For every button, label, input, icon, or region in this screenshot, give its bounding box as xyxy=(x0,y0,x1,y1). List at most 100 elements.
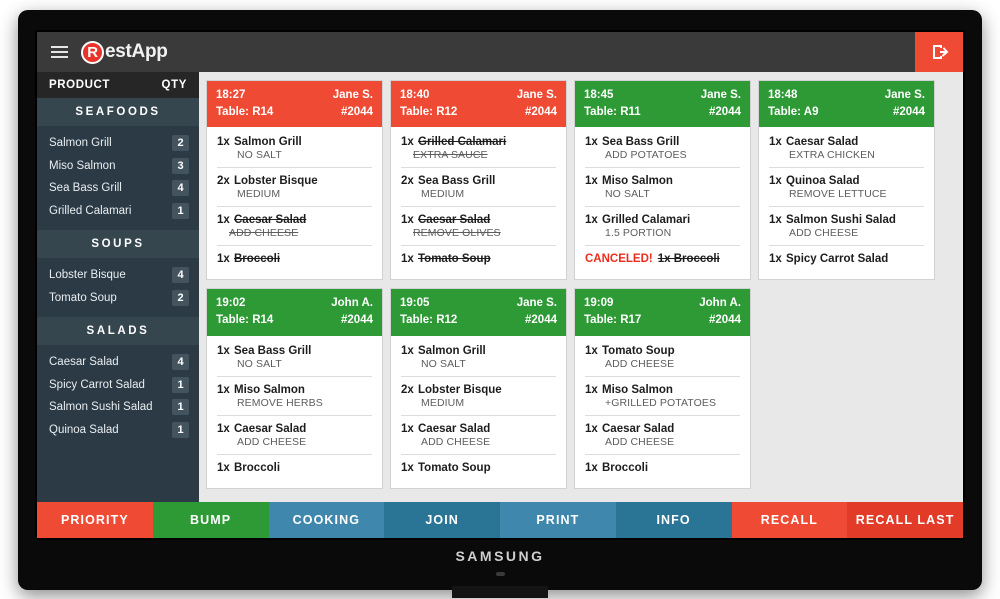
order-item[interactable]: 1x Broccoli xyxy=(217,455,372,480)
order-item[interactable]: 1x Caesar Salad ADD CHEESE xyxy=(217,207,372,247)
order-card-header: 18:45 Jane S. Table: R11 #2044 xyxy=(575,81,750,128)
order-item-title: 1x Salmon Grill xyxy=(401,345,556,357)
order-item[interactable]: 1x Salmon Sushi Salad ADD CHEESE xyxy=(769,207,924,247)
order-card[interactable]: 18:40 Jane S. Table: R12 #2044 1x Grilled Cal… xyxy=(390,80,567,281)
order-card[interactable]: 18:27 Jane S. Table: R14 #2044 1x Salmon Gril… xyxy=(206,80,383,281)
sidebar-sections: SEAFOODS Salmon Grill 2 Miso Salmon 3 Sea Bas… xyxy=(37,98,199,449)
order-number: #2044 xyxy=(893,105,925,118)
order-item-note: ADD POTATOES xyxy=(605,149,687,162)
order-item[interactable]: 1x Sea Bass Grill NO SALT xyxy=(217,338,372,377)
order-item[interactable]: 1x Quinoa Salad REMOVE LETTUCE xyxy=(769,168,924,208)
action-button-cooking[interactable]: COOKING xyxy=(268,502,385,538)
order-table: Table: R14 xyxy=(216,314,274,327)
canceled-badge: CANCELED! xyxy=(585,253,653,266)
hamburger-menu-icon[interactable] xyxy=(37,32,81,72)
product-row[interactable]: Tomato Soup 2 xyxy=(37,287,199,310)
order-item[interactable]: 1x Broccoli xyxy=(217,246,372,271)
order-item-note: REMOVE OLIVES xyxy=(413,227,501,240)
order-item-note: +GRILLED POTATOES xyxy=(605,396,717,409)
order-card[interactable]: 19:02 John A. Table: R14 #2044 1x Sea Bass Gr… xyxy=(206,288,383,489)
monitor-brand: SAMSUNG xyxy=(455,548,545,564)
order-item-qty: 1x xyxy=(769,136,782,149)
order-item[interactable]: 1x Salmon Grill NO SALT xyxy=(401,338,556,377)
order-item-qty: 1x xyxy=(769,214,782,227)
order-item-name: Salmon Sushi Salad xyxy=(786,214,896,227)
order-card-header: 19:09 John A. Table: R17 #2044 xyxy=(575,289,750,336)
product-row[interactable]: Sea Bass Grill 4 xyxy=(37,177,199,200)
order-item[interactable]: 2x Lobster Bisque MEDIUM xyxy=(217,168,372,208)
product-row[interactable]: Lobster Bisque 4 xyxy=(37,264,199,287)
order-item-note: ADD CHEESE xyxy=(605,357,675,370)
order-table: Table: A9 xyxy=(768,105,819,118)
order-item[interactable]: 1x Sea Bass Grill ADD POTATOES xyxy=(585,129,740,169)
product-row[interactable]: Salmon Grill 2 xyxy=(37,132,199,155)
product-row[interactable]: Grilled Calamari 1 xyxy=(37,200,199,223)
product-row[interactable]: Caesar Salad 4 xyxy=(37,351,199,374)
order-item-name: Sea Bass Grill xyxy=(418,175,496,188)
order-number: #2044 xyxy=(341,314,373,327)
order-number: #2044 xyxy=(709,314,741,327)
order-item[interactable]: 1x Miso Salmon NO SALT xyxy=(585,168,740,208)
order-item[interactable]: 1x Tomato Soup xyxy=(401,455,556,480)
order-item-title: 1x Caesar Salad xyxy=(769,136,924,148)
column-header-qty: QTY xyxy=(161,79,187,91)
order-item[interactable]: 1x Caesar Salad EXTRA CHICKEN xyxy=(769,129,924,169)
order-item[interactable]: 1x Grilled Calamari 1.5 PORTION xyxy=(585,207,740,247)
product-row[interactable]: Miso Salmon 3 xyxy=(37,155,199,178)
order-card[interactable]: 19:09 John A. Table: R17 #2044 1x Tomato Soup… xyxy=(574,288,751,489)
action-button-recall-last[interactable]: RECALL LAST xyxy=(847,502,963,538)
sidebar-product-list: Salmon Grill 2 Miso Salmon 3 Sea Bass Grill 4… xyxy=(37,126,199,230)
order-item-name: Miso Salmon xyxy=(602,175,673,188)
product-row[interactable]: Quinoa Salad 1 xyxy=(37,419,199,442)
product-qty-badge: 4 xyxy=(172,180,189,197)
order-item-name: Caesar Salad xyxy=(234,422,307,435)
order-card-body: 1x Tomato Soup ADD CHEESE 1x Miso Salmon +GRI… xyxy=(575,336,750,488)
logo-badge: R xyxy=(81,40,104,64)
order-card[interactable]: 18:48 Jane S. Table: A9 #2044 1x Caesar Salad… xyxy=(758,80,935,281)
order-item[interactable]: 1x Miso Salmon +GRILLED POTATOES xyxy=(585,377,740,416)
kitchen-display-screen: R estApp PRODUCT QTY SEAFOODS Salmon Gril… xyxy=(37,32,963,538)
order-item-name: Miso Salmon xyxy=(602,383,673,396)
product-name: Quinoa Salad xyxy=(49,423,119,436)
order-item-name: Broccoli xyxy=(234,253,281,266)
order-item-qty: 1x xyxy=(217,136,230,149)
order-item-title: 1x Salmon Sushi Salad xyxy=(769,214,924,226)
product-row[interactable]: Salmon Sushi Salad 1 xyxy=(37,396,199,419)
order-item[interactable]: 1x Caesar Salad ADD CHEESE xyxy=(585,416,740,455)
action-button-info[interactable]: INFO xyxy=(615,502,732,538)
action-button-join[interactable]: JOIN xyxy=(384,502,500,538)
order-item[interactable]: 1x Miso Salmon REMOVE HERBS xyxy=(217,377,372,416)
order-board: 18:27 Jane S. Table: R14 #2044 1x Salmon Gril… xyxy=(199,72,963,502)
product-row[interactable]: Spicy Carrot Salad 1 xyxy=(37,374,199,397)
order-item[interactable]: 1x Caesar Salad ADD CHEESE xyxy=(217,416,372,455)
order-table: Table: R17 xyxy=(584,314,642,327)
order-item[interactable]: 1x Caesar Salad REMOVE OLIVES xyxy=(401,207,556,247)
order-item[interactable]: 1x Caesar Salad ADD CHEESE xyxy=(401,416,556,455)
action-button-print[interactable]: PRINT xyxy=(500,502,616,538)
order-item[interactable]: 1x Salmon Grill NO SALT xyxy=(217,129,372,169)
order-card[interactable]: 19:05 Jane S. Table: R12 #2044 1x Salmon Gril… xyxy=(390,288,567,489)
order-item-title: 1x Miso Salmon xyxy=(585,175,740,187)
order-card-header: 19:02 John A. Table: R14 #2044 xyxy=(207,289,382,336)
order-card[interactable]: 18:45 Jane S. Table: R11 #2044 1x Sea Bass Gr… xyxy=(574,80,751,281)
order-item[interactable]: 2x Lobster Bisque MEDIUM xyxy=(401,377,556,416)
order-item-note: NO SALT xyxy=(237,149,282,162)
order-item-title: CANCELED! 1x Broccoli xyxy=(585,253,740,265)
order-table: Table: R12 xyxy=(400,105,458,118)
action-button-recall[interactable]: RECALL xyxy=(731,502,848,538)
order-item[interactable]: 1x Tomato Soup xyxy=(401,246,556,271)
order-item-qty: 1x xyxy=(585,136,598,149)
order-item[interactable]: 1x Tomato Soup ADD CHEESE xyxy=(585,338,740,377)
order-item[interactable]: 1x Spicy Carrot Salad xyxy=(769,246,924,271)
order-item-title: 1x Tomato Soup xyxy=(585,345,740,357)
action-button-priority[interactable]: PRIORITY xyxy=(37,502,153,538)
order-table: Table: R11 xyxy=(584,105,641,118)
order-item-note: REMOVE LETTUCE xyxy=(789,188,887,201)
order-item[interactable]: 1x Grilled Calamari EXTRA SAUCE xyxy=(401,129,556,169)
order-item[interactable]: 2x Sea Bass Grill MEDIUM xyxy=(401,168,556,208)
order-server: John A. xyxy=(331,297,373,310)
order-item[interactable]: 1x Broccoli xyxy=(585,455,740,480)
order-item[interactable]: CANCELED! 1x Broccoli xyxy=(585,246,740,271)
exit-button[interactable] xyxy=(915,32,963,72)
action-button-bump[interactable]: BUMP xyxy=(152,502,269,538)
